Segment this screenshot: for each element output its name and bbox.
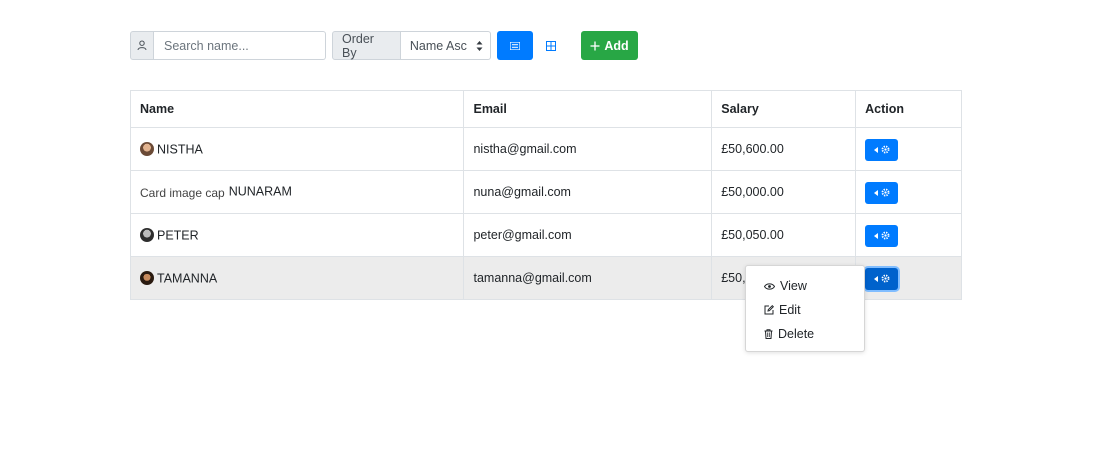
caret-left-icon [873, 146, 878, 153]
add-button-label: Add [604, 38, 629, 53]
column-header-salary: Salary [711, 90, 857, 128]
search-input[interactable] [154, 31, 326, 60]
salary-cell: £50,600.00 [711, 127, 857, 171]
cog-icon [881, 188, 890, 197]
action-cell [855, 170, 962, 214]
table-row: PETER peter@gmail.com £50,050.00 [129, 213, 962, 257]
action-cell [855, 256, 962, 300]
table-row: NISTHA nistha@gmail.com £50,600.00 [129, 127, 962, 171]
caret-left-icon [873, 232, 878, 239]
menu-item-view-label: View [780, 279, 807, 293]
broken-image-alt: Card image cap [140, 185, 225, 200]
cog-icon [881, 145, 890, 154]
avatar [140, 142, 154, 157]
grid-view-button[interactable] [539, 31, 563, 60]
grid-icon [546, 40, 556, 51]
action-cell [855, 127, 962, 171]
cog-icon [881, 231, 890, 240]
avatar [140, 271, 154, 286]
sort-caret-icon [476, 41, 483, 51]
table-row: ​Card image capNUNARAM nuna@gmail.com £5… [129, 170, 962, 214]
employee-name: NISTHA [157, 142, 203, 157]
salary-cell: £50,000.00 [711, 170, 857, 214]
order-by-label: Order By [332, 31, 401, 60]
caret-left-icon [873, 275, 878, 282]
eye-icon [764, 282, 775, 290]
menu-item-delete-label: Delete [778, 327, 815, 341]
order-by-value: Name Asc [409, 38, 467, 53]
employee-name: TAMANNA [157, 271, 218, 286]
salary-cell: £50,050.00 [711, 213, 857, 257]
column-header-name: Name [129, 90, 465, 128]
cog-icon [881, 274, 890, 283]
list-view-button[interactable] [497, 31, 533, 60]
name-cell: PETER [129, 213, 465, 257]
employee-name: PETER [157, 228, 199, 243]
table-header-row: Name Email Salary Action [129, 90, 962, 128]
column-header-action: Action [855, 90, 962, 128]
email-cell: peter@gmail.com [463, 213, 713, 257]
action-dropdown-menu: View Edit Delete [745, 265, 865, 352]
name-cell: NISTHA [129, 127, 465, 171]
search-group [130, 31, 326, 60]
email-cell: nuna@gmail.com [463, 170, 713, 214]
action-dropdown-button[interactable] [865, 181, 899, 204]
add-button[interactable]: Add [581, 31, 638, 60]
name-cell: ​Card image capNUNARAM [129, 170, 465, 214]
column-header-email: Email [463, 90, 713, 128]
menu-item-view[interactable]: View [764, 277, 807, 295]
email-cell: nistha@gmail.com [463, 127, 713, 171]
action-cell [855, 213, 962, 257]
employee-name: NUNARAM [228, 185, 292, 200]
broken-image: ​Card image cap [140, 185, 225, 200]
list-icon [510, 41, 520, 50]
order-by-select[interactable]: Name Asc [400, 31, 491, 60]
search-prefix [130, 31, 154, 60]
plus-icon [590, 41, 600, 50]
action-dropdown-button[interactable] [865, 224, 899, 247]
email-cell: tamanna@gmail.com [463, 256, 713, 300]
order-by-group: Order By Name Asc [332, 31, 491, 60]
action-dropdown-button[interactable] [865, 267, 899, 290]
action-dropdown-button[interactable] [865, 138, 899, 161]
edit-icon [764, 305, 774, 315]
avatar [140, 228, 154, 243]
trash-icon [764, 329, 773, 339]
user-icon [137, 40, 147, 51]
name-cell: TAMANNA [129, 256, 465, 300]
menu-item-edit[interactable]: Edit [764, 301, 801, 319]
menu-item-delete[interactable]: Delete [764, 325, 814, 343]
caret-left-icon [873, 189, 878, 196]
menu-item-edit-label: Edit [779, 303, 801, 317]
